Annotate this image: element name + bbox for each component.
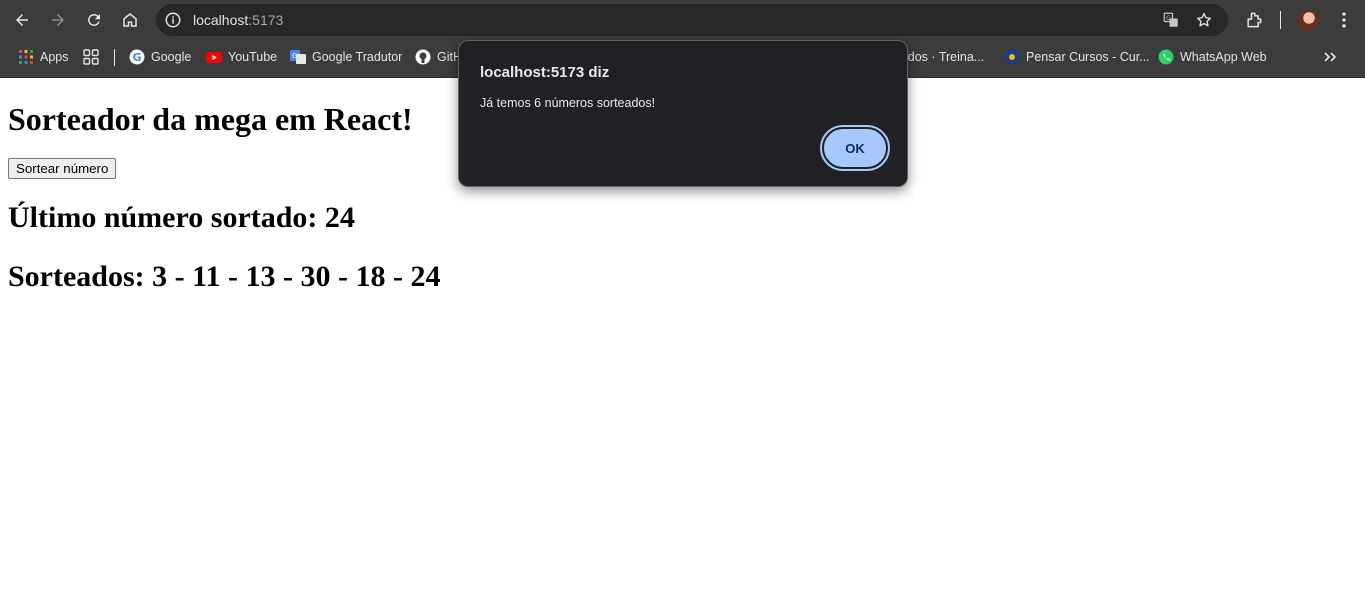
bookmark-label: WhatsApp Web bbox=[1180, 50, 1267, 64]
bookmark-apps[interactable]: Apps bbox=[18, 40, 69, 74]
extensions-icon[interactable] bbox=[1244, 10, 1264, 30]
forward-button[interactable] bbox=[44, 6, 72, 34]
tab-groups-icon bbox=[83, 49, 99, 65]
bookmark-youtube[interactable]: YouTube bbox=[206, 40, 277, 74]
bookmark-pensar-cursos[interactable]: Pensar Cursos - Cur... bbox=[1004, 40, 1150, 74]
whatsapp-icon bbox=[1158, 49, 1174, 65]
forward-icon bbox=[52, 14, 64, 26]
profile-avatar[interactable] bbox=[1298, 10, 1318, 30]
ok-button[interactable]: OK bbox=[820, 125, 890, 171]
bookmark-github[interactable]: GitH bbox=[415, 40, 462, 74]
alert-dialog: localhost:5173 diz Já temos 6 números so… bbox=[458, 40, 908, 187]
bookmark-label: Apps bbox=[40, 50, 69, 64]
bookmark-treinamentos[interactable]: idos · Treina... bbox=[905, 40, 984, 74]
url-port: :5173 bbox=[248, 12, 284, 28]
url-text[interactable]: localhost:5173 bbox=[193, 4, 283, 36]
bookmark-tab-groups[interactable] bbox=[83, 40, 105, 74]
address-bar[interactable]: localhost:5173 G bbox=[156, 4, 1228, 36]
github-icon bbox=[415, 49, 431, 65]
toolbar-divider bbox=[1280, 11, 1281, 29]
browser-toolbar: localhost:5173 G bbox=[0, 0, 1365, 40]
bookmark-star-icon[interactable] bbox=[1195, 11, 1213, 29]
site-info-icon[interactable] bbox=[164, 11, 182, 29]
youtube-icon bbox=[206, 49, 222, 65]
home-button[interactable] bbox=[116, 6, 144, 34]
reload-button[interactable] bbox=[80, 6, 108, 34]
reload-icon bbox=[87, 13, 100, 26]
bookmark-label: Google Tradutor bbox=[312, 50, 403, 64]
page-title: Sorteador da mega em React! bbox=[8, 101, 413, 137]
last-number-heading: Último número sortado: 24 bbox=[8, 201, 355, 234]
svg-text:G: G bbox=[1166, 15, 1171, 22]
url-host: localhost bbox=[193, 12, 249, 28]
more-bookmarks-icon bbox=[1322, 49, 1338, 65]
draw-number-button[interactable]: Sortear número bbox=[8, 158, 117, 179]
google-translate-icon: G bbox=[290, 49, 306, 65]
dialog-title: localhost:5173 diz bbox=[480, 64, 610, 81]
bookmarks-divider bbox=[114, 49, 115, 66]
bookmark-label: Google bbox=[151, 50, 192, 64]
dialog-message: Já temos 6 números sorteados! bbox=[480, 96, 656, 110]
menu-dots-icon[interactable] bbox=[1334, 10, 1354, 30]
svg-text:G: G bbox=[132, 51, 141, 64]
drawn-numbers-heading: Sorteados: 3 - 11 - 13 - 30 - 18 - 24 bbox=[8, 260, 441, 293]
bookmark-google[interactable]: G Google bbox=[129, 40, 191, 74]
apps-grid-icon bbox=[18, 49, 34, 65]
google-icon: G bbox=[129, 49, 145, 65]
bookmark-label: idos · Treina... bbox=[905, 50, 985, 64]
back-button[interactable] bbox=[8, 6, 36, 34]
bookmark-label: YouTube bbox=[228, 50, 278, 64]
bookmark-label: Pensar Cursos - Cur... bbox=[1026, 50, 1150, 64]
svg-text:G: G bbox=[292, 52, 297, 60]
home-icon bbox=[123, 13, 137, 27]
bookmark-whatsapp[interactable]: WhatsApp Web bbox=[1158, 40, 1267, 74]
pensar-cursos-icon bbox=[1004, 49, 1020, 65]
translate-icon[interactable]: G bbox=[1162, 11, 1180, 29]
bookmark-google-tradutor[interactable]: G Google Tradutor bbox=[290, 40, 402, 74]
more-bookmarks-button[interactable] bbox=[1322, 40, 1344, 74]
back-icon bbox=[16, 14, 28, 26]
